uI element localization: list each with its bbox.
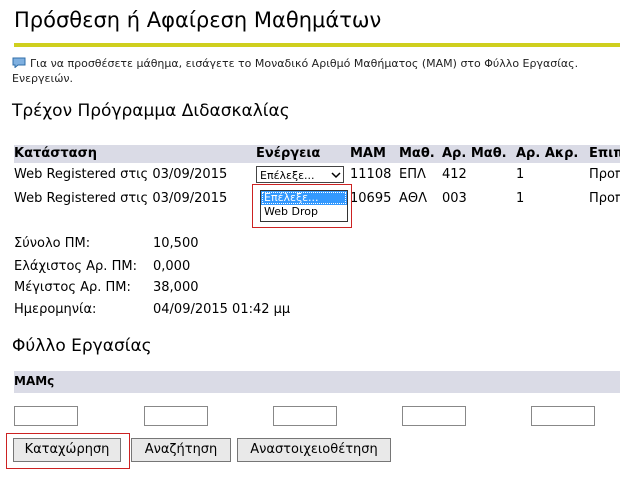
table-header: Κατάσταση Ενέργεια MAM Μαθ. Αρ. Μαθ. Αρ.… bbox=[14, 145, 620, 163]
stat-value: 04/09/2015 01:42 μμ bbox=[153, 302, 291, 317]
row-mam: 10695 bbox=[350, 191, 392, 206]
action-dropdown-list[interactable]: Επέλεξε... Web Drop bbox=[260, 190, 348, 222]
info-message: Για να προσθέσετε μάθημα, εισάγετε το Μο… bbox=[12, 56, 620, 86]
reset-button[interactable]: Αναστοιχειοθέτηση bbox=[237, 438, 391, 462]
stat-value: 10,500 bbox=[153, 236, 199, 251]
col-subject: Μαθ. bbox=[399, 146, 435, 161]
action-select-value: Επέλεξε... bbox=[260, 169, 315, 182]
worksheet-header: ΜΑΜς bbox=[14, 371, 620, 393]
info-text: Για να προσθέσετε μάθημα, εισάγετε το Μο… bbox=[12, 57, 579, 85]
mam-input-4[interactable] bbox=[402, 406, 466, 426]
stat-label: Σύνολο ΠΜ: bbox=[14, 236, 91, 251]
dropdown-option[interactable]: Επέλεξε... bbox=[261, 191, 347, 205]
mam-input-3[interactable] bbox=[273, 406, 337, 426]
mam-input-5[interactable] bbox=[531, 406, 595, 426]
row-status: Web Registered στις 03/09/2015 bbox=[14, 167, 228, 182]
stat-label: Μέγιστος Αρ. ΠΜ: bbox=[14, 280, 131, 295]
col-mam: MAM bbox=[350, 146, 386, 161]
stat-value: 38,000 bbox=[153, 280, 199, 295]
search-button[interactable]: Αναζήτηση bbox=[131, 438, 231, 462]
row-level: Προπ bbox=[589, 167, 620, 182]
col-action: Ενέργεια bbox=[256, 146, 321, 161]
row-section: 1 bbox=[516, 167, 525, 182]
row-subject: ΑΘΛ bbox=[399, 191, 428, 206]
stat-label: Ελάχιστος Αρ. ΠΜ: bbox=[14, 259, 137, 274]
title-divider bbox=[14, 43, 620, 47]
stat-label: Ημερομηνία: bbox=[14, 302, 97, 317]
row-course-number: 003 bbox=[442, 191, 467, 206]
col-level: Επιπ bbox=[589, 146, 620, 161]
row-section: 1 bbox=[516, 191, 525, 206]
speech-bubble-icon bbox=[12, 57, 26, 69]
dropdown-option[interactable]: Web Drop bbox=[261, 205, 347, 219]
row-mam: 11108 bbox=[350, 167, 392, 182]
page-title: Πρόσθεση ή Αφαίρεση Μαθημάτων bbox=[14, 8, 382, 32]
row-course-number: 412 bbox=[442, 167, 467, 182]
col-section: Αρ. Ακρ. bbox=[516, 146, 579, 161]
row-level: Προπ bbox=[589, 191, 620, 206]
row-status: Web Registered στις 03/09/2015 bbox=[14, 191, 228, 206]
mam-input-1[interactable] bbox=[14, 406, 78, 426]
col-status: Κατάσταση bbox=[14, 146, 97, 161]
action-select[interactable]: Επέλεξε... bbox=[256, 166, 344, 183]
mam-label: ΜΑΜς bbox=[14, 374, 55, 388]
row-subject: ΕΠΛ bbox=[399, 167, 426, 182]
schedule-heading: Τρέχον Πρόγραμμα Διδασκαλίας bbox=[12, 101, 290, 121]
col-course-number: Αρ. Μαθ. bbox=[442, 146, 507, 161]
submit-button[interactable]: Καταχώρηση bbox=[13, 438, 121, 462]
worksheet-heading: Φύλλο Εργασίας bbox=[12, 336, 152, 356]
stat-value: 0,000 bbox=[153, 259, 191, 274]
mam-input-2[interactable] bbox=[144, 406, 208, 426]
